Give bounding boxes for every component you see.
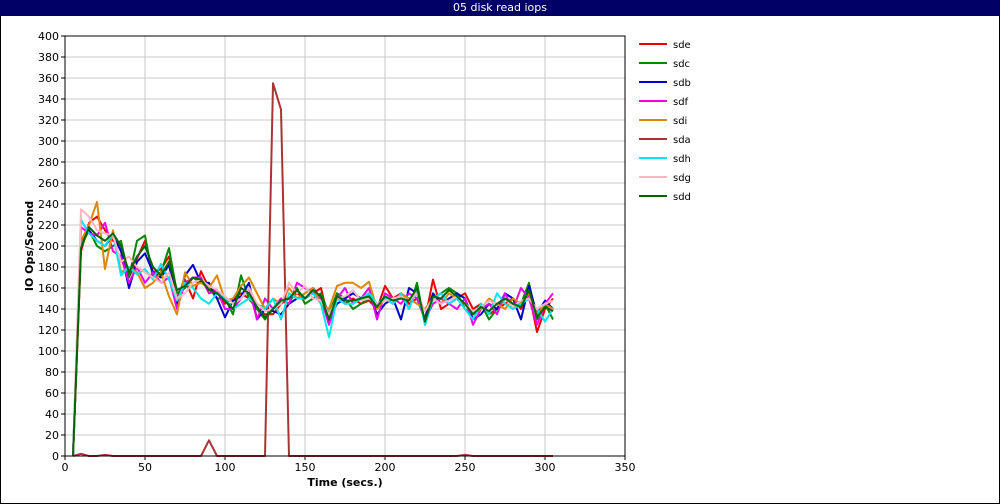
y-tick-label: 120: [38, 324, 59, 337]
y-axis-ticks: 0 20 40 60 80 100 120 140 160 180 200 220 240 260 280 3…: [38, 30, 65, 463]
legend-label-sdd: sdd: [673, 192, 691, 203]
x-axis-label: Time (secs.): [307, 476, 382, 489]
x-tick-label: 250: [455, 461, 476, 474]
y-tick-label: 180: [38, 261, 59, 274]
x-axis-ticks: 0 50 100 150 200 250 300 350: [62, 456, 636, 474]
y-tick-label: 20: [45, 429, 59, 442]
y-tick-label: 380: [38, 51, 59, 64]
y-tick-label: 160: [38, 282, 59, 295]
y-tick-label: 300: [38, 135, 59, 148]
y-tick-label: 60: [45, 387, 59, 400]
legend-label-sdc: sdc: [673, 59, 690, 70]
y-tick-label: 0: [52, 450, 59, 463]
x-tick-label: 100: [215, 461, 236, 474]
x-tick-label: 350: [615, 461, 636, 474]
legend-label-sdh: sdh: [673, 154, 691, 165]
y-tick-label: 400: [38, 30, 59, 43]
y-axis-label: IO Ops/Second: [23, 201, 36, 291]
legend: sde sdc sdb sdf sdi sda sdh sdg sdd: [639, 40, 691, 203]
legend-label-sda: sda: [673, 135, 691, 146]
grid-lines: [65, 36, 625, 456]
y-tick-label: 340: [38, 93, 59, 106]
y-tick-label: 280: [38, 156, 59, 169]
y-tick-label: 40: [45, 408, 59, 421]
y-tick-label: 140: [38, 303, 59, 316]
y-tick-label: 200: [38, 240, 59, 253]
y-tick-label: 260: [38, 177, 59, 190]
y-tick-label: 360: [38, 72, 59, 85]
x-tick-label: 300: [535, 461, 556, 474]
y-tick-label: 220: [38, 219, 59, 232]
legend-label-sdi: sdi: [673, 116, 687, 127]
line-chart: 0 20 40 60 80 100 120 140 160 180 200 220 240 260 280 3…: [23, 30, 691, 489]
x-tick-label: 150: [295, 461, 316, 474]
y-tick-label: 100: [38, 345, 59, 358]
x-tick-label: 200: [375, 461, 396, 474]
legend-label-sdg: sdg: [673, 173, 691, 184]
legend-label-sdf: sdf: [673, 97, 689, 108]
x-tick-label: 50: [138, 461, 152, 474]
y-tick-label: 80: [45, 366, 59, 379]
y-tick-label: 240: [38, 198, 59, 211]
x-tick-label: 0: [62, 461, 69, 474]
legend-label-sdb: sdb: [673, 78, 691, 89]
legend-label-sde: sde: [673, 40, 691, 51]
y-tick-label: 320: [38, 114, 59, 127]
